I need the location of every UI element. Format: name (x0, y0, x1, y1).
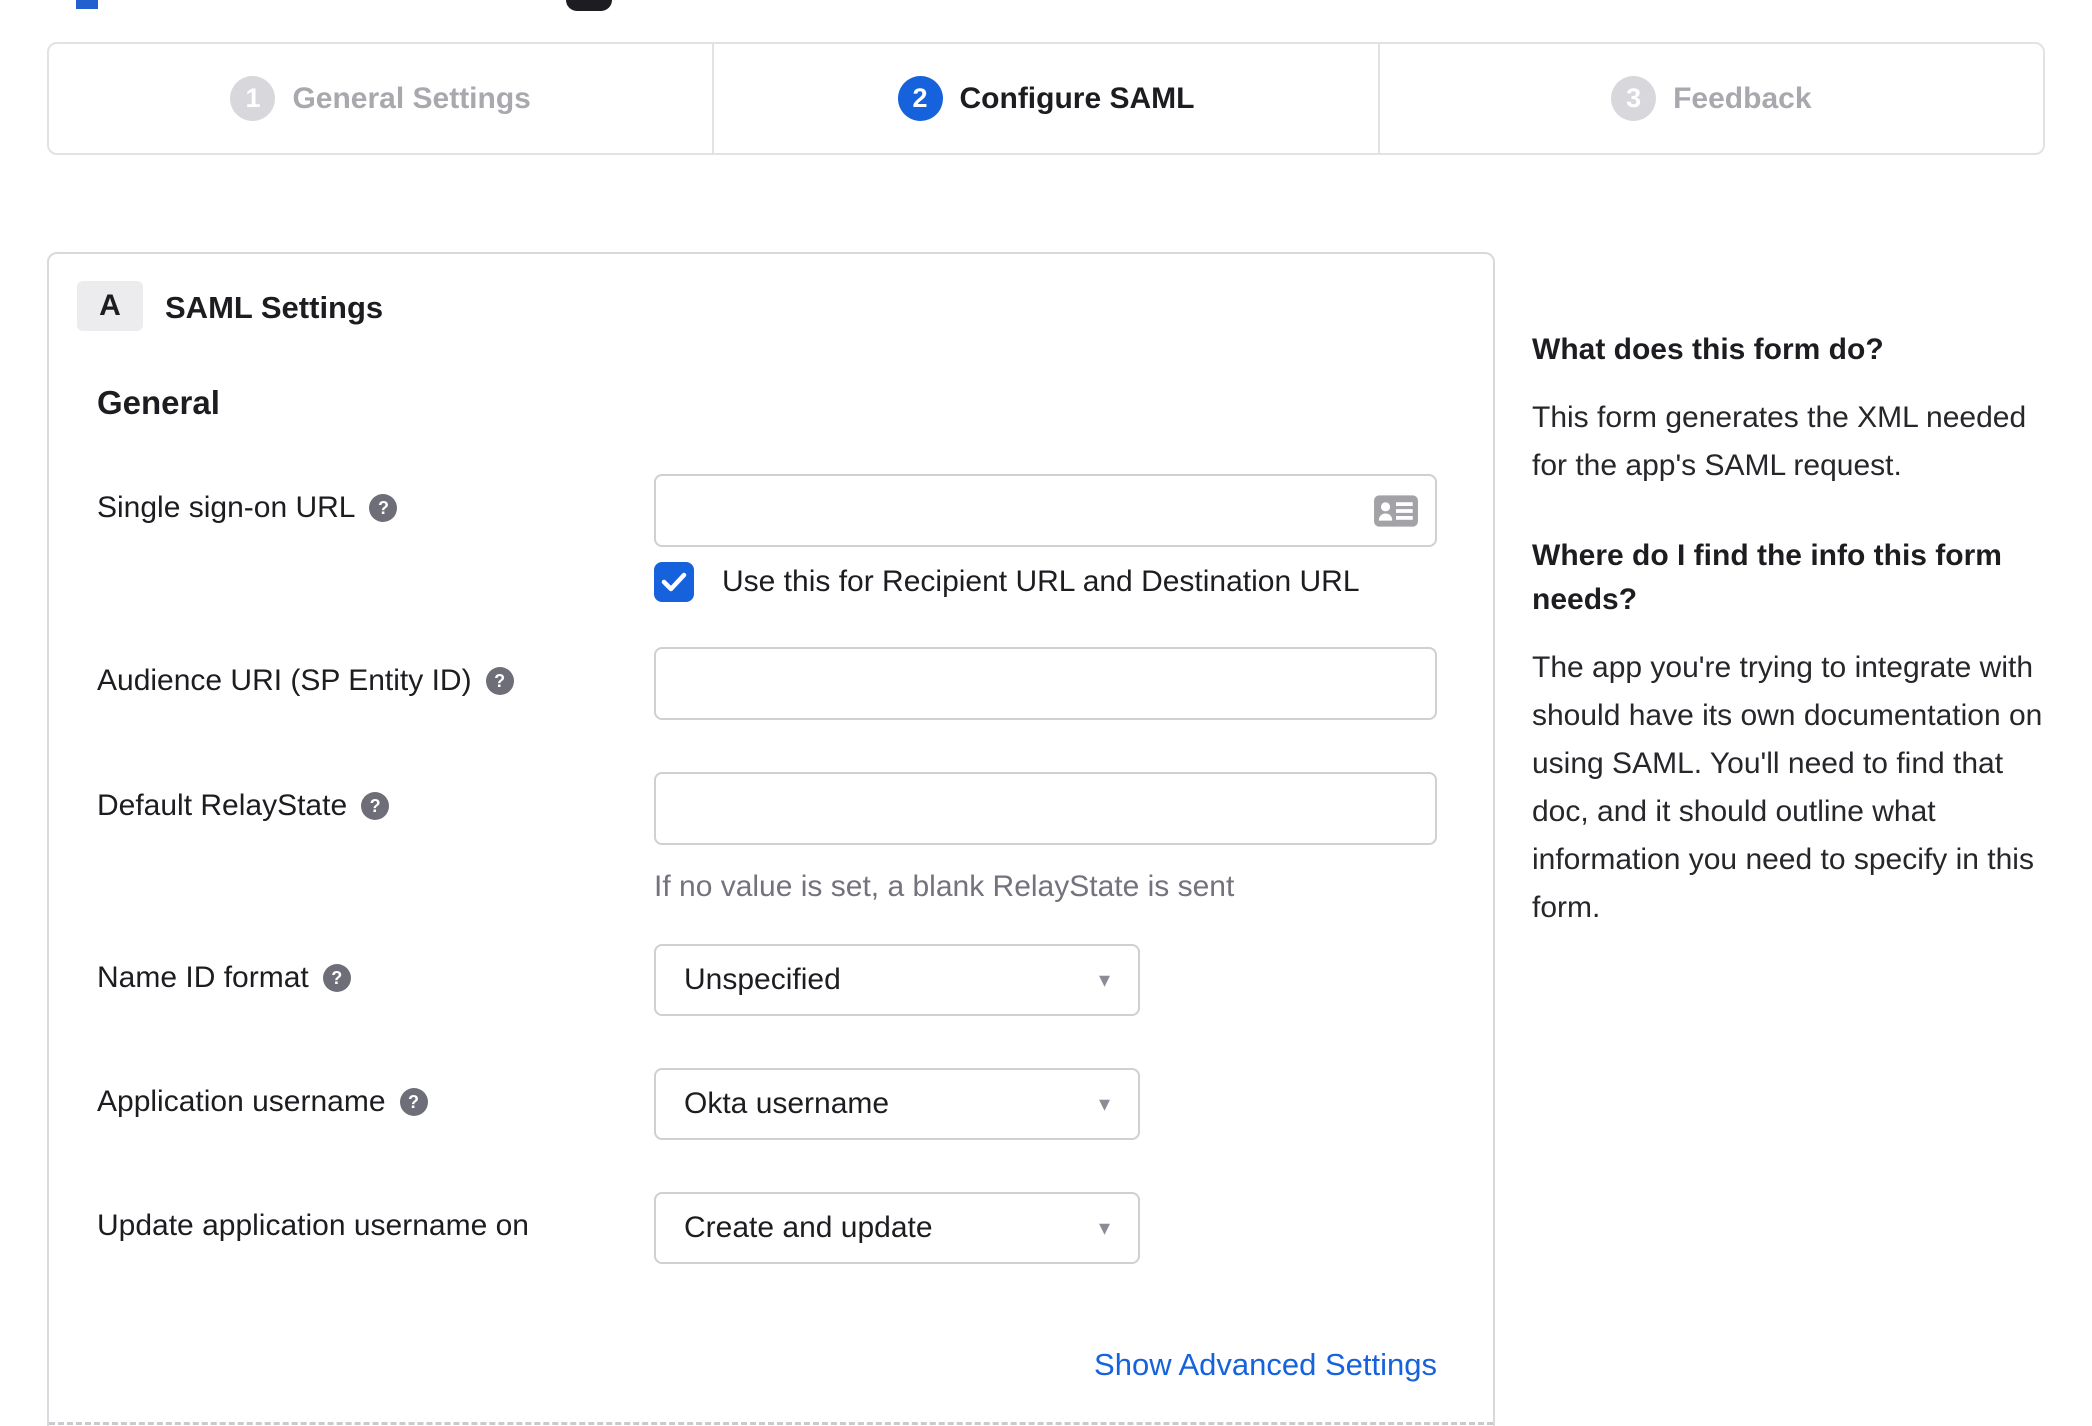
step-number-badge: 1 (230, 76, 276, 121)
update-application-username-select[interactable]: Create and update ▾ (654, 1192, 1140, 1264)
chevron-down-icon: ▾ (1098, 967, 1110, 992)
default-relaystate-input[interactable] (654, 772, 1437, 845)
clipped-blue-element (76, 0, 98, 9)
help-icon[interactable]: ? (361, 792, 390, 820)
step-configure-saml[interactable]: 2 Configure SAML (712, 44, 1377, 153)
checkmark-icon (661, 572, 687, 592)
audience-uri-input[interactable] (654, 647, 1437, 720)
default-relaystate-label: Default RelayState ? (97, 789, 390, 823)
help-heading-what: What does this form do? (1532, 333, 1884, 366)
single-sign-on-url-label: Single sign-on URL ? (97, 491, 398, 525)
help-icon[interactable]: ? (322, 964, 351, 992)
application-username-select[interactable]: Okta username ▾ (654, 1068, 1140, 1140)
saml-settings-panel: A SAML Settings General Single sign-on U… (47, 252, 1495, 1426)
step-number-badge: 3 (1611, 76, 1657, 121)
section-title: SAML Settings (165, 290, 384, 325)
step-label: General Settings (292, 81, 531, 115)
relaystate-hint: If no value is set, a blank RelayState i… (654, 870, 1235, 903)
help-icon[interactable]: ? (369, 494, 398, 522)
application-username-label: Application username ? (97, 1085, 428, 1119)
section-dashed-divider (49, 1422, 1493, 1425)
step-label: Configure SAML (959, 81, 1195, 115)
step-number-badge: 2 (897, 76, 943, 121)
clipped-logo-bottom (566, 0, 612, 11)
group-title-general: General (97, 384, 220, 421)
help-icon[interactable]: ? (485, 667, 514, 695)
recipient-destination-checkbox[interactable] (654, 562, 694, 602)
show-advanced-settings-link[interactable]: Show Advanced Settings (1094, 1347, 1437, 1382)
chevron-down-icon: ▾ (1098, 1215, 1110, 1240)
help-heading-where: Where do I find the info this form needs… (1532, 539, 2002, 616)
help-body-what: This form generates the XML needed for t… (1532, 401, 2027, 482)
help-body-where: The app you're trying to integrate with … (1532, 651, 2043, 924)
help-icon[interactable]: ? (399, 1088, 428, 1116)
step-label: Feedback (1673, 81, 1812, 115)
single-sign-on-url-input[interactable] (654, 474, 1437, 547)
update-application-username-label: Update application username on (97, 1209, 529, 1242)
chevron-down-icon: ▾ (1098, 1091, 1110, 1116)
audience-uri-label: Audience URI (SP Entity ID) ? (97, 664, 514, 698)
wizard-stepper: 1 General Settings 2 Configure SAML 3 Fe… (47, 42, 2045, 155)
name-id-format-label: Name ID format ? (97, 961, 351, 995)
recipient-destination-checkbox-label: Use this for Recipient URL and Destinati… (722, 565, 1360, 598)
section-a-badge: A (77, 281, 143, 331)
name-id-format-select[interactable]: Unspecified ▾ (654, 944, 1140, 1016)
step-feedback[interactable]: 3 Feedback (1377, 44, 2043, 153)
step-general-settings[interactable]: 1 General Settings (49, 44, 712, 153)
help-sidebar: What does this form do? This form genera… (1532, 328, 2048, 976)
